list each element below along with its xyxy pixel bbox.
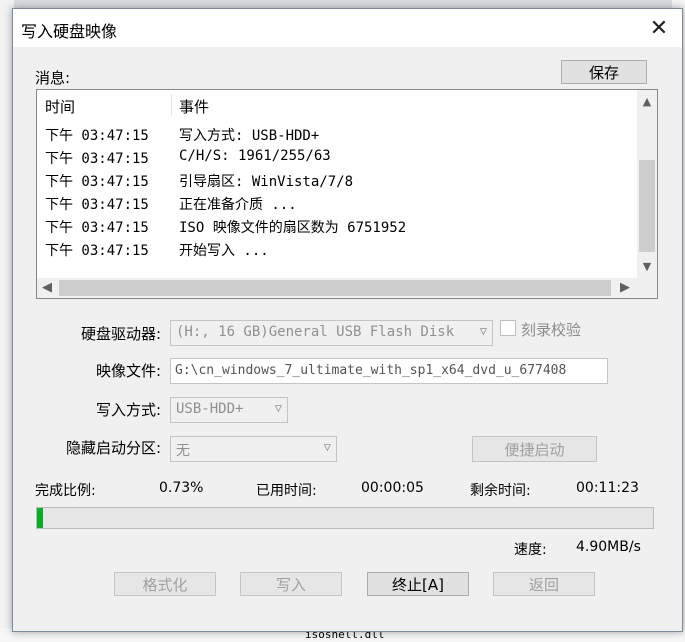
- scrollbar-corner: [637, 278, 657, 298]
- back-button[interactable]: 返回: [493, 572, 595, 596]
- write-method-select[interactable]: USB-HDD+ ▽: [170, 397, 288, 423]
- chevron-down-icon: ▽: [479, 324, 487, 338]
- progress-fill: [37, 508, 43, 528]
- write-button[interactable]: 写入: [240, 572, 342, 596]
- log-header: 时间 事件: [37, 90, 637, 118]
- disk-drive-select[interactable]: (H:, 16 GB)General USB Flash Disk ▽: [170, 320, 493, 346]
- hidden-partition-label: 隐藏启动分区:: [65, 439, 161, 457]
- column-header-event[interactable]: 事件: [179, 96, 209, 117]
- log-row[interactable]: 下午 03:47:15 ISO 映像文件的扇区数为 6751952: [37, 215, 637, 238]
- messages-label: 消息:: [35, 69, 71, 87]
- write-method-value: USB-HDD+: [176, 401, 244, 417]
- image-file-value: G:\cn_windows_7_ultimate_with_sp1_x64_dv…: [175, 363, 567, 378]
- scroll-left-icon[interactable]: ◀: [37, 280, 57, 295]
- elapsed-time-value: 00:00:05: [361, 480, 424, 496]
- hidden-partition-value: 无: [176, 443, 190, 459]
- write-method-label: 写入方式:: [95, 401, 161, 419]
- write-disk-image-dialog: 写入硬盘映像 ✕ 消息: 保存 时间 事件 下午 03:47:15 写入方式: U…: [12, 8, 683, 632]
- vertical-scrollbar[interactable]: ▲ ▼: [637, 90, 657, 278]
- stop-button[interactable]: 终止[A]: [367, 572, 469, 596]
- log-time: 下午 03:47:15: [45, 128, 149, 144]
- quick-boot-button[interactable]: 便捷启动: [472, 436, 597, 462]
- log-row[interactable]: 下午 03:47:15 开始写入 ...: [37, 238, 637, 261]
- log-event: ISO 映像文件的扇区数为 6751952: [179, 220, 407, 236]
- log-row[interactable]: 下午 03:47:15 写入方式: USB-HDD+: [37, 123, 637, 146]
- log-event: 正在准备介质 ...: [179, 197, 297, 213]
- save-button[interactable]: 保存: [561, 60, 647, 84]
- chevron-down-icon: ▽: [323, 440, 331, 454]
- log-event: 引导扇区: WinVista/7/8: [179, 174, 354, 190]
- column-header-time[interactable]: 时间: [45, 96, 75, 117]
- window-title: 写入硬盘映像: [21, 22, 118, 41]
- chevron-down-icon: ▽: [274, 401, 282, 415]
- horizontal-scroll-thumb[interactable]: [59, 280, 611, 296]
- log-row[interactable]: 下午 03:47:15 C/H/S: 1961/255/63: [37, 146, 637, 169]
- log-event: C/H/S: 1961/255/63: [179, 148, 331, 164]
- disk-drive-value: (H:, 16 GB)General USB Flash Disk: [176, 324, 455, 340]
- done-ratio-label: 完成比例:: [35, 483, 96, 499]
- log-time: 下午 03:47:15: [45, 197, 149, 213]
- log-rows: 下午 03:47:15 写入方式: USB-HDD+ 下午 03:47:15 C/H…: [37, 123, 637, 261]
- column-divider: [171, 94, 172, 116]
- speed-value: 4.90MB/s: [576, 539, 641, 555]
- remaining-time-label: 剩余时间:: [470, 483, 531, 499]
- image-file-field[interactable]: G:\cn_windows_7_ultimate_with_sp1_x64_dv…: [170, 358, 608, 384]
- verify-label[interactable]: 刻录校验: [521, 319, 581, 340]
- log-event: 开始写入 ...: [179, 243, 269, 259]
- log-time: 下午 03:47:15: [45, 174, 149, 190]
- message-log[interactable]: 时间 事件 下午 03:47:15 写入方式: USB-HDD+ 下午 03:47…: [36, 89, 658, 299]
- format-button[interactable]: 格式化: [114, 572, 216, 596]
- disk-drive-label: 硬盘驱动器:: [80, 325, 161, 343]
- scroll-right-icon[interactable]: ▶: [615, 280, 635, 295]
- elapsed-time-label: 已用时间:: [256, 483, 317, 499]
- verify-checkbox[interactable]: [500, 320, 516, 336]
- progress-bar: [36, 507, 654, 529]
- log-row[interactable]: 下午 03:47:15 引导扇区: WinVista/7/8: [37, 169, 637, 192]
- speed-label: 速度:: [514, 542, 547, 558]
- log-time: 下午 03:47:15: [45, 220, 149, 236]
- hidden-partition-select[interactable]: 无 ▽: [170, 436, 337, 462]
- log-event: 写入方式: USB-HDD+: [179, 128, 320, 144]
- scroll-down-icon[interactable]: ▼: [637, 260, 657, 273]
- log-time: 下午 03:47:15: [45, 151, 149, 167]
- log-time: 下午 03:47:15: [45, 243, 149, 259]
- done-ratio-value: 0.73%: [159, 480, 204, 496]
- horizontal-scrollbar[interactable]: ◀ ▶: [37, 278, 637, 298]
- title-bar: 写入硬盘映像 ✕: [13, 9, 682, 47]
- remaining-time-value: 00:11:23: [576, 480, 639, 496]
- image-file-label: 映像文件:: [95, 362, 161, 380]
- log-row[interactable]: 下午 03:47:15 正在准备介质 ...: [37, 192, 637, 215]
- scroll-up-icon[interactable]: ▲: [637, 95, 657, 108]
- close-icon[interactable]: ✕: [636, 9, 682, 47]
- vertical-scroll-thumb[interactable]: [639, 160, 655, 252]
